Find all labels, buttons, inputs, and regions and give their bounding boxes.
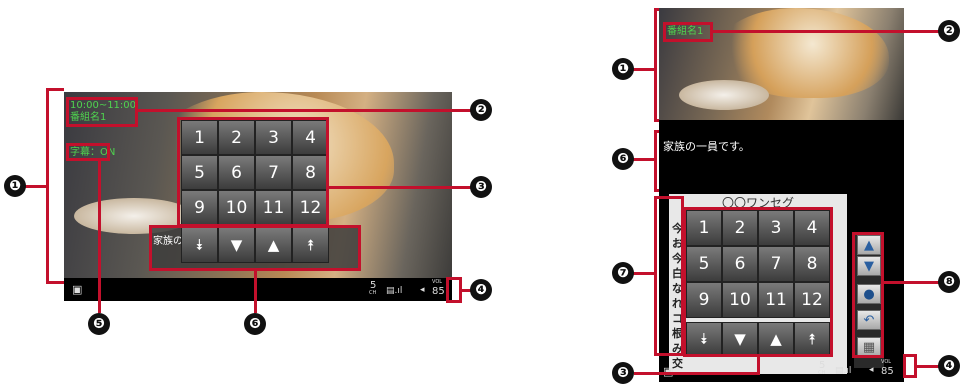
- speaker-icon: ◂: [420, 285, 425, 295]
- p-callout-3-highlight: [683, 207, 833, 357]
- callout-3-badge: ❸: [470, 176, 492, 198]
- p-callout-8-highlight: [852, 232, 884, 358]
- p-callout-3-line-h: [634, 372, 760, 375]
- callout-3-line: [329, 186, 471, 189]
- p-callout-7-highlight: [654, 196, 684, 356]
- callout-4-highlight: [446, 277, 462, 303]
- p-callout-6-badge: ❻: [612, 148, 634, 170]
- p-callout-1-badge: ❶: [612, 58, 634, 80]
- channel-indicator-label: CH: [369, 290, 377, 296]
- p-callout-2-highlight: [663, 22, 713, 42]
- callout-5-highlight: [66, 143, 110, 161]
- p-callout-6-bracket-side: [654, 130, 657, 192]
- callout-5-badge: ❺: [88, 313, 110, 335]
- volume-level-portrait: 85: [881, 366, 894, 377]
- p-callout-7-badge: ❼: [612, 262, 634, 284]
- callout-2-highlight: [66, 97, 138, 127]
- callout-2-line: [138, 109, 471, 112]
- channel-indicator-label-portrait: CH: [818, 370, 826, 376]
- cat-paw-shape-portrait: [679, 80, 769, 110]
- callout-5-line: [98, 161, 101, 313]
- callout-6-line: [254, 271, 257, 313]
- volume-level: 85: [432, 286, 445, 297]
- callout-2-badge: ❷: [470, 99, 492, 121]
- p-callout-1-bracket-bottom: [654, 119, 659, 122]
- p-callout-7-line: [632, 272, 654, 275]
- volume-level-label-portrait: VOL: [881, 359, 892, 365]
- reception-icon-portrait: ▤.ıl: [835, 366, 852, 376]
- callout-1-bracket-side: [46, 88, 49, 284]
- volume-level-label: VOL: [432, 279, 443, 285]
- p-callout-6-bracket-bottom: [654, 189, 659, 192]
- callout-6-badge: ❻: [244, 313, 266, 335]
- callout-1-badge: ❶: [4, 175, 26, 197]
- p-callout-1-line: [632, 68, 654, 71]
- callout-3-highlight: [177, 117, 329, 227]
- p-callout-8-badge: ❽: [938, 271, 960, 293]
- p-callout-2-line: [713, 30, 940, 33]
- p-callout-1-bracket-side: [654, 8, 657, 122]
- p-callout-2-badge: ❷: [938, 20, 960, 42]
- p-callout-6-bracket-top: [654, 130, 659, 133]
- p-callout-4-line: [917, 365, 940, 368]
- p-callout-4-badge: ❹: [938, 355, 960, 377]
- tv-signal-icon: ▣: [72, 283, 83, 296]
- p-callout-3-badge: ❸: [612, 362, 634, 384]
- callout-6-highlight: [149, 225, 361, 271]
- speaker-icon-portrait: ◂: [869, 365, 874, 375]
- callout-1-bracket-bottom: [46, 281, 64, 284]
- p-callout-6-line: [632, 158, 654, 161]
- p-callout-4-highlight: [903, 354, 917, 378]
- callout-4-badge: ❹: [470, 279, 492, 301]
- portrait-caption-text: 家族の一員です。: [663, 140, 750, 153]
- p-callout-8-line: [884, 281, 940, 284]
- reception-icon: ▤.ıl: [386, 286, 403, 296]
